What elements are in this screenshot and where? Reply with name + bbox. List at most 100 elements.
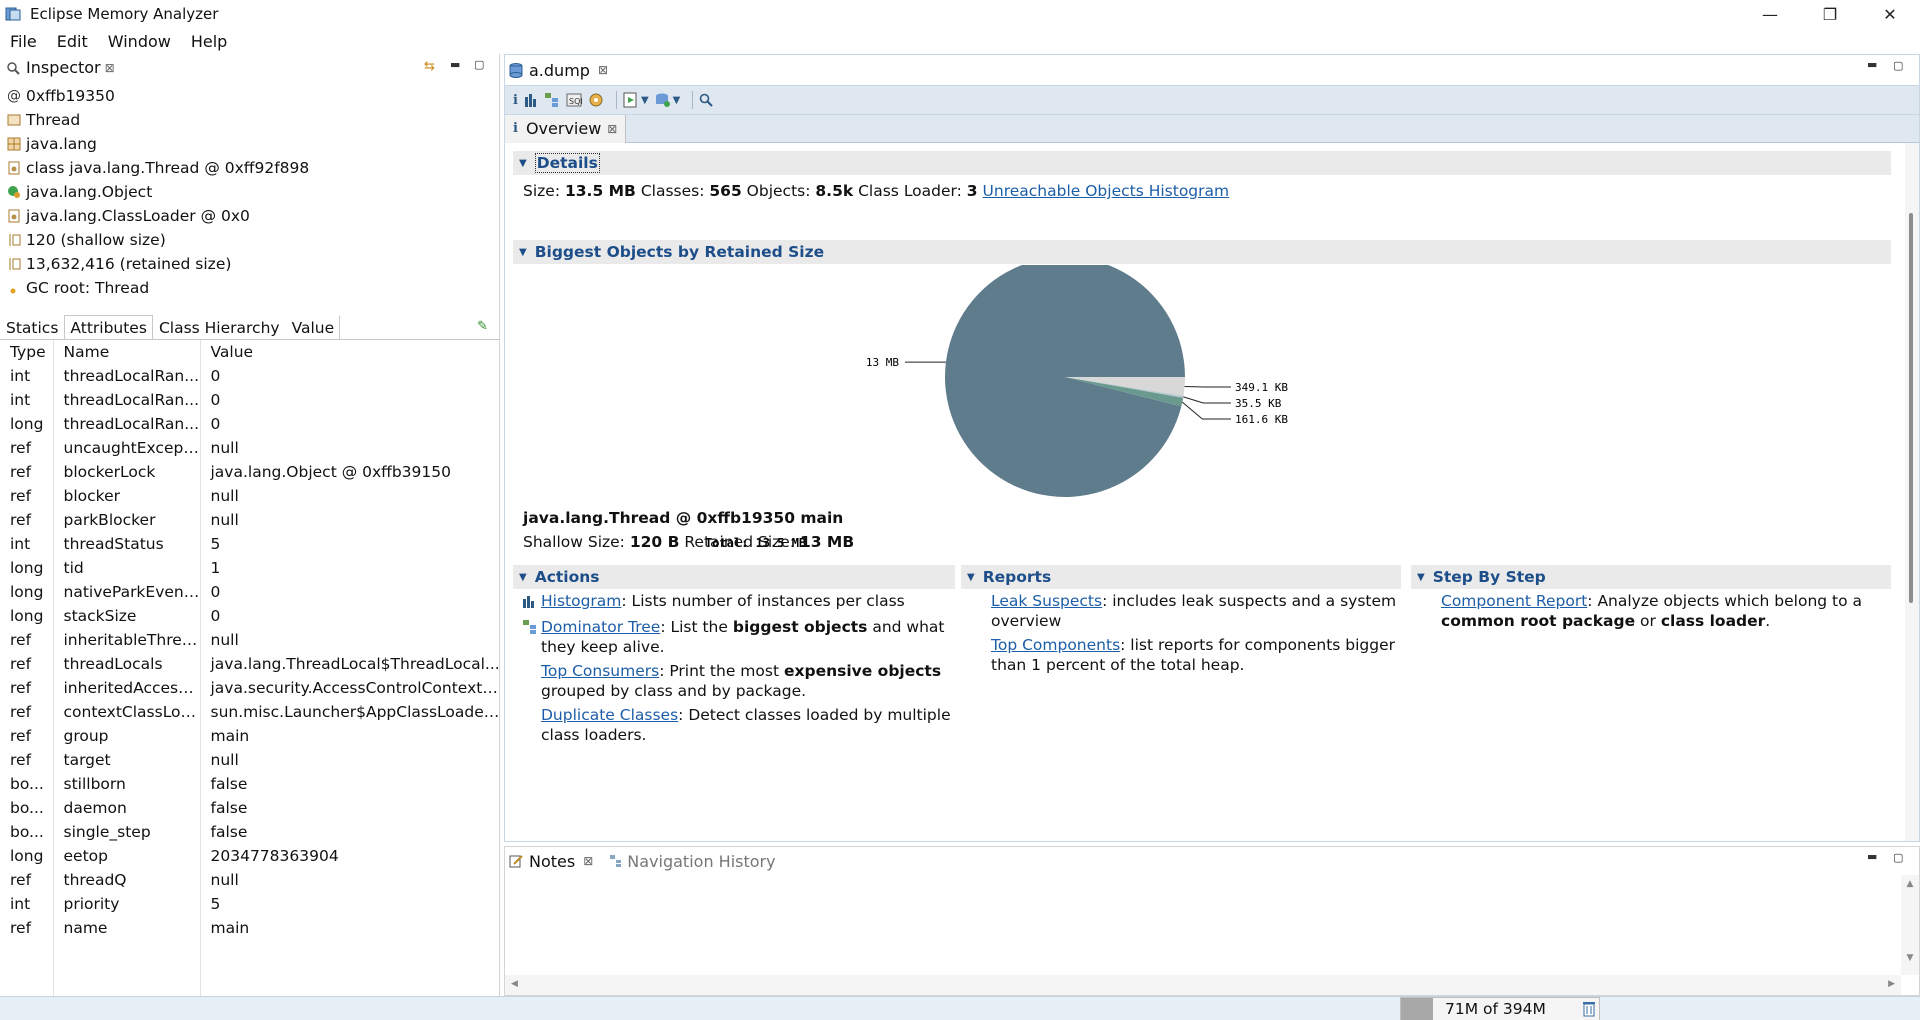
chevron-down-icon[interactable]: ▼ (673, 91, 681, 109)
table-row[interactable]: long nativeParkEvent... 0 (0, 580, 500, 604)
cell-value: java.security.AccessControlContext ... (210, 679, 501, 697)
column-header-type[interactable]: Type (0, 340, 54, 364)
summary-row[interactable]: Thread (6, 108, 499, 132)
top-consumers-link[interactable]: Top Consumers (541, 662, 659, 680)
step-by-step-section-header[interactable]: ▼ Step By Step (1411, 565, 1891, 589)
action-top-consumers: Top Consumers: Print the most expensive … (541, 662, 942, 700)
dominator-tree-icon[interactable] (544, 91, 560, 109)
table-row[interactable]: ref blocker null (0, 484, 500, 508)
tab-overview[interactable]: i Overview ⊠ (505, 114, 627, 143)
top-components-link[interactable]: Top Components (991, 636, 1120, 654)
actions-section-header[interactable]: ▼ Actions (513, 565, 955, 589)
link-with-editor-icon[interactable]: ⇆ (424, 59, 435, 74)
table-row[interactable]: ref target null (0, 748, 500, 772)
table-row[interactable]: int threadStatus 5 (0, 532, 500, 556)
table-row[interactable]: ref name main (0, 916, 500, 940)
histogram-link[interactable]: Histogram (541, 592, 621, 610)
summary-row[interactable]: java.lang.ClassLoader @ 0x0 (6, 204, 499, 228)
cell-type: long (0, 580, 54, 604)
tab-navigation-history[interactable]: Navigation History (627, 852, 775, 871)
component-report-link[interactable]: Component Report (1441, 592, 1587, 610)
tab-statics[interactable]: Statics (0, 315, 64, 339)
minimize-view-icon[interactable]: ▬ (1867, 58, 1877, 71)
table-row[interactable]: ref contextClassLoa... sun.misc.Launcher$A… (0, 700, 500, 724)
duplicate-classes-link[interactable]: Duplicate Classes (541, 706, 678, 724)
table-row[interactable]: ref group main (0, 724, 500, 748)
table-row[interactable]: ref blockerLock java.lang.Object @ 0xffb39… (0, 460, 500, 484)
summary-row[interactable]: GC root: Thread (6, 276, 499, 300)
minimize-button[interactable]: — (1740, 0, 1800, 28)
maximize-view-icon[interactable]: ▢ (1893, 59, 1903, 72)
table-row[interactable]: ref inheritableThrea... null (0, 628, 500, 652)
search-icon[interactable] (699, 91, 714, 109)
summary-row[interactable]: 120 (shallow size) (6, 228, 499, 252)
notes-horizontal-scrollbar[interactable]: ◀ ▶ (505, 975, 1901, 995)
histogram-icon[interactable] (524, 91, 538, 109)
threads-icon[interactable] (588, 91, 604, 109)
table-row[interactable]: long eetop 2034778363904 (0, 844, 500, 868)
pie-label: 349.1 KB (1235, 381, 1288, 394)
table-row[interactable]: ref threadQ null (0, 868, 500, 892)
inspector-tab[interactable]: Inspector (26, 58, 101, 77)
collapse-arrow-icon: ▼ (519, 571, 527, 583)
table-row[interactable]: int threadLocalRan... 0 (0, 364, 500, 388)
tab-value[interactable]: Value (286, 315, 341, 339)
pin-icon[interactable]: ✎ (477, 319, 488, 334)
table-row[interactable]: ref threadLocals java.lang.ThreadLocal$Thr… (0, 652, 500, 676)
close-icon[interactable]: ⊠ (598, 63, 608, 77)
summary-row[interactable]: @0xffb19350 (6, 84, 499, 108)
table-row[interactable]: long stackSize 0 (0, 604, 500, 628)
maximize-view-icon[interactable]: ▢ (474, 58, 484, 71)
summary-row[interactable]: java.lang (6, 132, 499, 156)
dominator-tree-link[interactable]: Dominator Tree (541, 618, 660, 636)
table-row[interactable]: bo... daemon false (0, 796, 500, 820)
overview-scrollbar[interactable] (1905, 143, 1919, 841)
details-section-header[interactable]: ▼ Details (513, 151, 1891, 175)
tab-class-hierarchy[interactable]: Class Hierarchy (153, 315, 286, 339)
tab-attributes[interactable]: Attributes (64, 315, 153, 339)
table-row[interactable]: int priority 5 (0, 892, 500, 916)
biggest-objects-section-header[interactable]: ▼ Biggest Objects by Retained Size (513, 240, 1891, 264)
column-header-name[interactable]: Name (53, 340, 201, 364)
close-icon[interactable]: ⊠ (607, 122, 617, 136)
close-icon[interactable]: ⊠ (583, 854, 593, 868)
editor-tab-a-dump[interactable]: a.dump (529, 61, 590, 80)
oql-icon[interactable]: SQL (566, 91, 582, 109)
table-row[interactable]: long tid 1 (0, 556, 500, 580)
maximize-button[interactable]: ❐ (1800, 0, 1860, 28)
chevron-down-icon[interactable]: ▼ (641, 91, 649, 109)
table-row[interactable]: ref inheritedAccess... java.security.Acces… (0, 676, 500, 700)
summary-row[interactable]: class java.lang.Thread @ 0xff92f898 (6, 156, 499, 180)
info-icon[interactable]: i (513, 91, 518, 109)
run-report-icon[interactable] (623, 91, 639, 109)
trash-icon[interactable] (1583, 1001, 1595, 1020)
summary-row[interactable]: java.lang.Object (6, 180, 499, 204)
menu-file[interactable]: File (0, 32, 47, 51)
scrollbar-thumb[interactable] (1909, 213, 1913, 603)
cell-type: ref (0, 508, 54, 532)
unreachable-objects-link[interactable]: Unreachable Objects Histogram (983, 182, 1230, 200)
maximize-view-icon[interactable]: ▢ (1893, 851, 1903, 864)
table-row[interactable]: long threadLocalRan... 0 (0, 412, 500, 436)
inspector-tab-bar: Inspector ⊠ ⇆ ▬ ▢ (0, 54, 499, 82)
table-row[interactable]: int threadLocalRan... 0 (0, 388, 500, 412)
column-header-value[interactable]: Value (200, 340, 500, 364)
table-row[interactable]: ref uncaughtExcepti... null (0, 436, 500, 460)
menu-edit[interactable]: Edit (47, 32, 98, 51)
reports-section-header[interactable]: ▼ Reports (961, 565, 1401, 589)
table-row[interactable]: bo... single_step false (0, 820, 500, 844)
table-row[interactable]: ref parkBlocker null (0, 508, 500, 532)
notes-vertical-scrollbar[interactable]: ▲ ▼ (1901, 875, 1919, 975)
leak-suspects-link[interactable]: Leak Suspects (991, 592, 1102, 610)
minimize-view-icon[interactable]: ▬ (450, 58, 460, 71)
menu-window[interactable]: Window (98, 32, 181, 51)
notes-text-area[interactable] (505, 875, 1901, 975)
close-button[interactable]: ✕ (1860, 0, 1920, 28)
menu-help[interactable]: Help (181, 32, 237, 51)
tab-notes[interactable]: Notes (529, 852, 575, 871)
table-row[interactable]: bo... stillborn false (0, 772, 500, 796)
minimize-view-icon[interactable]: ▬ (1867, 850, 1877, 863)
query-browser-icon[interactable] (655, 91, 671, 109)
summary-row[interactable]: 13,632,416 (retained size) (6, 252, 499, 276)
close-icon[interactable]: ⊠ (105, 61, 115, 75)
